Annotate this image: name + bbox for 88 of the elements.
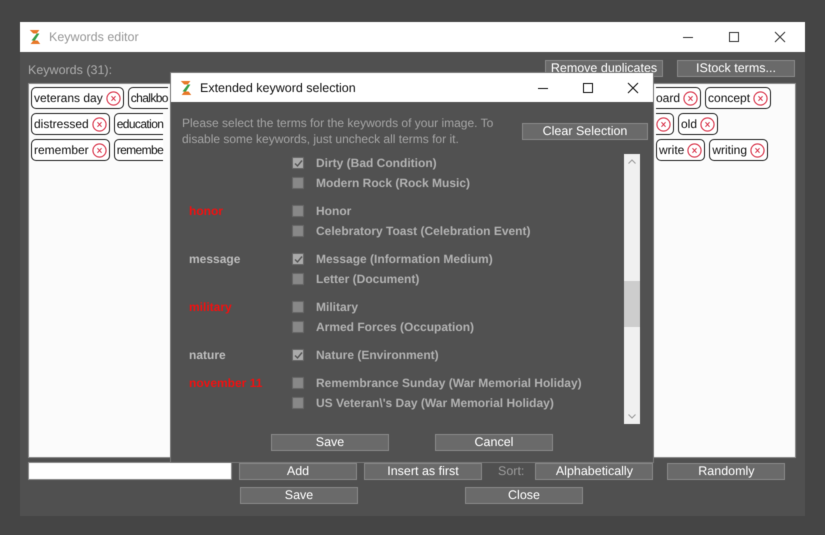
keyword-text: write (659, 143, 684, 157)
term-label[interactable]: Modern Rock (Rock Music) (316, 176, 470, 190)
remove-icon[interactable] (700, 116, 716, 132)
scrollbar[interactable] (624, 154, 640, 424)
keyword-name: november 11 (189, 376, 262, 390)
keyword-text: chalkbo (130, 91, 168, 105)
keyword-tag[interactable]: chalkbo (128, 87, 168, 109)
logo-icon (28, 29, 42, 45)
keyword-text: education (116, 117, 164, 131)
scroll-up-icon[interactable] (628, 159, 636, 164)
maximize-icon[interactable] (728, 31, 740, 43)
term-label[interactable]: Letter (Document) (316, 272, 420, 286)
sort-button[interactable]: Randomly (667, 462, 786, 480)
keyword-tag[interactable]: write (656, 139, 706, 161)
keyword-text: distressed (34, 117, 89, 131)
term-label[interactable]: Dirty (Bad Condition) (316, 156, 437, 170)
toolbar-button[interactable]: IStock terms... (677, 60, 795, 77)
keyword-tag[interactable]: writing (709, 139, 768, 161)
close-icon[interactable] (627, 82, 639, 94)
keyword-tag[interactable]: old (678, 113, 718, 135)
scroll-down-icon[interactable] (628, 414, 636, 419)
keyword-text: writing (712, 143, 748, 157)
logo-icon (179, 80, 193, 96)
dialog-title: Extended keyword selection (200, 80, 356, 94)
term-label[interactable]: Celebratory Toast (Celebration Event) (316, 224, 530, 238)
add-button[interactable]: Insert as first (364, 462, 482, 480)
checkbox[interactable] (292, 349, 304, 361)
checkbox[interactable] (292, 397, 304, 409)
keyword-name: nature (189, 348, 226, 362)
keyword-text: old (681, 117, 698, 131)
remove-icon[interactable] (753, 90, 768, 106)
remove-icon[interactable] (92, 142, 107, 158)
clear-selection-button[interactable]: Clear Selection (522, 123, 648, 140)
keyword-tag[interactable] (656, 113, 674, 135)
keyword-tag[interactable]: remembe (114, 139, 164, 161)
scrollbar-thumb[interactable] (624, 281, 640, 327)
remove-icon[interactable] (656, 116, 671, 132)
checkmark-icon (294, 254, 302, 264)
add-button[interactable]: Add (239, 462, 357, 480)
keywords-label: Keywords (31): (28, 63, 112, 77)
remove-icon[interactable] (750, 142, 766, 158)
keyword-text: remembe (116, 143, 164, 157)
window-title: Keywords editor (49, 30, 139, 44)
keyword-text: oard (656, 91, 680, 105)
maximize-icon[interactable] (582, 82, 594, 94)
keyword-tag[interactable]: veterans day (31, 87, 124, 109)
term-label[interactable]: Remembrance Sunday (War Memorial Holiday) (316, 376, 582, 390)
checkbox[interactable] (292, 301, 304, 313)
keyword-text: veterans day (34, 91, 103, 105)
term-label[interactable]: Military (316, 300, 358, 314)
keyword-tag[interactable]: education (114, 113, 164, 135)
checkmark-icon (294, 158, 302, 168)
close-icon[interactable] (774, 31, 786, 43)
remove-icon[interactable] (92, 116, 107, 132)
keyword-tag[interactable]: distressed (31, 113, 110, 135)
keyword-name: message (189, 252, 240, 266)
keyword-name: military (189, 300, 232, 314)
term-label[interactable]: Armed Forces (Occupation) (316, 320, 474, 334)
footer-button[interactable]: Save (240, 487, 358, 504)
checkbox[interactable] (292, 205, 304, 217)
checkbox[interactable] (292, 157, 304, 169)
keyword-tag[interactable]: remember (31, 139, 110, 161)
dialog-button[interactable]: Save (271, 434, 389, 451)
term-label[interactable]: Honor (316, 204, 352, 218)
checkbox[interactable] (292, 273, 304, 285)
checkbox[interactable] (292, 225, 304, 237)
footer-button[interactable]: Close (465, 487, 583, 504)
keyword-input[interactable] (28, 462, 232, 480)
checkbox[interactable] (292, 253, 304, 265)
keyword-text: remember (34, 143, 89, 157)
checkbox[interactable] (292, 377, 304, 389)
remove-icon[interactable] (106, 90, 121, 106)
dialog-button[interactable]: Cancel (435, 434, 553, 451)
checkbox[interactable] (292, 321, 304, 333)
checkmark-icon (294, 350, 302, 360)
keyword-tag[interactable]: concept (705, 87, 772, 109)
instructions-text: Please select the terms for the keywords of your image. To disable some keywords, just uncheck all terms for it. (182, 115, 494, 147)
remove-icon[interactable] (687, 142, 702, 158)
remove-icon[interactable] (683, 90, 698, 106)
sort-label: Sort: (498, 464, 524, 478)
checkbox[interactable] (292, 177, 304, 189)
term-label[interactable]: Message (Information Medium) (316, 252, 493, 266)
term-label[interactable]: Nature (Environment) (316, 348, 439, 362)
keyword-tag[interactable]: oard (656, 87, 702, 109)
term-label[interactable]: US Veteran\'s Day (War Memorial Holiday) (316, 396, 554, 410)
keyword-text: concept (708, 91, 750, 105)
sort-button[interactable]: Alphabetically (535, 462, 654, 480)
keyword-name: honor (189, 204, 223, 218)
